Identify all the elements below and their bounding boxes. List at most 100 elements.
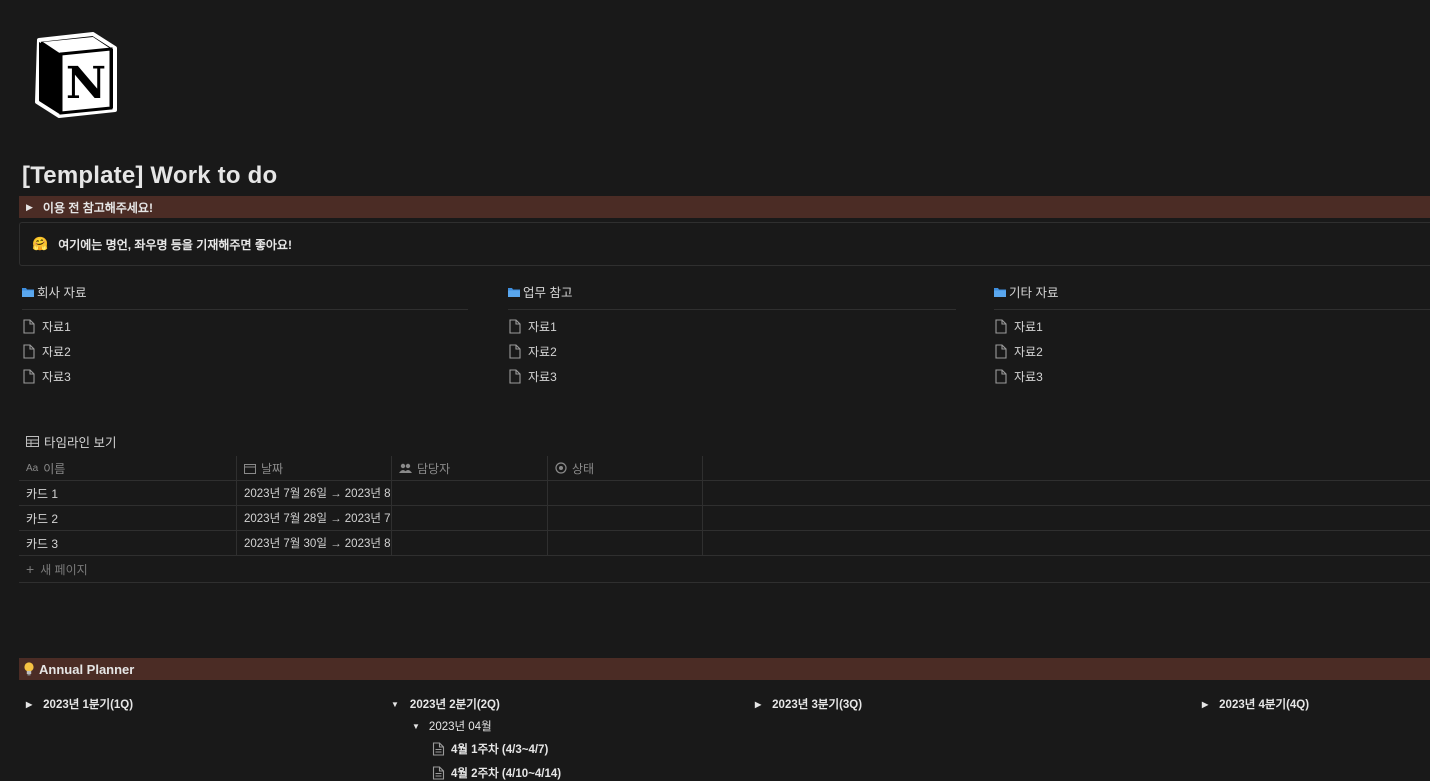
column-other: 기타 자료 자료1 자료2 자료3	[994, 282, 1430, 389]
file-label: 자료2	[1014, 345, 1043, 359]
quarter-label: 2023년 1분기(1Q)	[43, 699, 134, 711]
callout[interactable]: 🤗 여기에는 명언, 좌우명 등을 기재해주면 좋아요!	[19, 222, 1430, 266]
quarter-toggle-3q[interactable]: ▶ 2023년 3분기(3Q)	[755, 696, 862, 712]
file-label: 자료1	[1014, 320, 1043, 334]
file-link[interactable]: 자료1	[508, 314, 956, 339]
table-row[interactable]: 카드 1 2023년 7월 26일 → 2023년 8월	[19, 481, 1430, 506]
table-header-row: Aa 이름 날짜 담당자 상태	[19, 456, 1430, 481]
folder-icon	[508, 287, 520, 297]
notion-logo: N	[33, 30, 117, 118]
file-icon	[995, 319, 1007, 334]
file-label: 자료3	[1014, 370, 1043, 384]
row-name-cell[interactable]: 카드 3	[19, 531, 237, 555]
toggle-triangle-down-icon[interactable]: ▼	[412, 722, 420, 731]
column-header-date[interactable]: 날짜	[237, 456, 392, 480]
row-assignee-cell[interactable]	[392, 481, 548, 505]
row-empty-cell	[703, 481, 1430, 505]
table-icon	[26, 436, 39, 447]
lightbulb-icon	[23, 662, 35, 676]
toggle-triangle-icon[interactable]: ▶	[26, 700, 32, 709]
toggle-triangle-icon[interactable]: ▶	[755, 700, 761, 709]
row-date-cell[interactable]: 2023년 7월 30일 → 2023년 8월	[237, 531, 392, 555]
database-view-title[interactable]: 타임라인 보기	[26, 432, 116, 451]
file-label: 자료2	[42, 345, 71, 359]
file-link[interactable]: 자료3	[508, 364, 956, 389]
file-icon	[432, 766, 445, 780]
table-row[interactable]: 카드 3 2023년 7월 30일 → 2023년 8월	[19, 531, 1430, 556]
file-icon	[23, 344, 35, 359]
column-header[interactable]: 업무 참고	[508, 282, 956, 301]
column-company: 회사 자료 자료1 자료2 자료3	[22, 282, 468, 389]
row-date-cell[interactable]: 2023년 7월 28일 → 2023년 7월	[237, 506, 392, 530]
file-label: 자료3	[42, 370, 71, 384]
database-table: Aa 이름 날짜 담당자 상태 카드 1 2023년 7월 26일 → 2023…	[19, 456, 1430, 583]
file-label: 자료1	[42, 320, 71, 334]
quarter-toggle-1q[interactable]: ▶ 2023년 1분기(1Q)	[26, 696, 133, 712]
row-name-cell[interactable]: 카드 2	[19, 506, 237, 530]
column-header-status[interactable]: 상태	[548, 456, 703, 480]
page-title[interactable]: [Template] Work to do	[22, 162, 277, 190]
header-label: 날짜	[261, 461, 284, 476]
column-header[interactable]: 회사 자료	[22, 282, 468, 301]
month-toggle[interactable]: ▼ 2023년 04월	[412, 718, 492, 734]
file-icon	[995, 344, 1007, 359]
column-header-name[interactable]: Aa 이름	[19, 456, 237, 480]
column-header[interactable]: 기타 자료	[994, 282, 1430, 301]
annual-planner-heading[interactable]: Annual Planner	[19, 658, 1430, 680]
quarter-toggle-4q[interactable]: ▶ 2023년 4분기(4Q)	[1202, 696, 1309, 712]
file-link[interactable]: 자료2	[508, 339, 956, 364]
row-assignee-cell[interactable]	[392, 506, 548, 530]
divider	[508, 309, 956, 310]
week-label: 4월 1주차 (4/3~4/7)	[451, 744, 549, 756]
header-label: 이름	[43, 461, 66, 476]
week-label: 4월 2주차 (4/10~4/14)	[451, 768, 562, 780]
file-icon	[995, 369, 1007, 384]
file-link[interactable]: 자료1	[22, 314, 468, 339]
table-row[interactable]: 카드 2 2023년 7월 28일 → 2023년 7월	[19, 506, 1430, 531]
file-icon	[432, 742, 445, 756]
calendar-icon	[244, 463, 256, 474]
column-title: 기타 자료	[1009, 286, 1059, 300]
quarter-label: 2023년 2분기(2Q)	[409, 699, 500, 711]
text-type-icon: Aa	[26, 462, 39, 474]
file-link[interactable]: 자료2	[22, 339, 468, 364]
week-page-link[interactable]: 4월 2주차 (4/10~4/14)	[432, 765, 561, 781]
divider	[994, 309, 1430, 310]
row-date-cell[interactable]: 2023년 7월 26일 → 2023년 8월	[237, 481, 392, 505]
file-link[interactable]: 자료3	[22, 364, 468, 389]
toggle-triangle-icon[interactable]: ▶	[1202, 700, 1208, 709]
file-label: 자료2	[528, 345, 557, 359]
hugging-face-icon: 🤗	[32, 236, 49, 251]
month-label: 2023년 04월	[428, 721, 492, 733]
column-header-assignee[interactable]: 담당자	[392, 456, 548, 480]
folder-icon	[22, 287, 34, 297]
callout-text: 여기에는 명언, 좌우명 등을 기재해주면 좋아요!	[58, 237, 292, 252]
row-status-cell[interactable]	[548, 481, 703, 505]
quarter-toggle-2q[interactable]: ▼ 2023년 2분기(2Q)	[391, 696, 500, 712]
column-work: 업무 참고 자료1 자료2 자료3	[508, 282, 956, 389]
file-label: 자료3	[528, 370, 557, 384]
svg-text:N: N	[66, 58, 106, 109]
toggle-triangle-down-icon[interactable]: ▼	[391, 700, 399, 709]
notice-toggle[interactable]: ▶ 이용 전 참고해주세요!	[19, 196, 1430, 218]
week-page-link[interactable]: 4월 1주차 (4/3~4/7)	[432, 741, 548, 757]
column-title: 회사 자료	[37, 286, 87, 300]
notice-toggle-label: 이용 전 참고해주세요!	[42, 200, 153, 215]
file-icon	[509, 344, 521, 359]
row-name-cell[interactable]: 카드 1	[19, 481, 237, 505]
row-empty-cell	[703, 506, 1430, 530]
plus-icon: +	[26, 561, 35, 577]
notion-logo-icon: N	[35, 32, 117, 118]
row-status-cell[interactable]	[548, 531, 703, 555]
new-page-button[interactable]: + 새 페이지	[19, 556, 1430, 583]
quarter-label: 2023년 3분기(3Q)	[772, 699, 863, 711]
toggle-triangle-icon[interactable]: ▶	[26, 202, 33, 213]
file-icon	[509, 369, 521, 384]
file-link[interactable]: 자료2	[994, 339, 1430, 364]
row-assignee-cell[interactable]	[392, 531, 548, 555]
row-empty-cell	[703, 531, 1430, 555]
row-status-cell[interactable]	[548, 506, 703, 530]
header-label: 상태	[572, 461, 595, 476]
file-link[interactable]: 자료3	[994, 364, 1430, 389]
file-link[interactable]: 자료1	[994, 314, 1430, 339]
